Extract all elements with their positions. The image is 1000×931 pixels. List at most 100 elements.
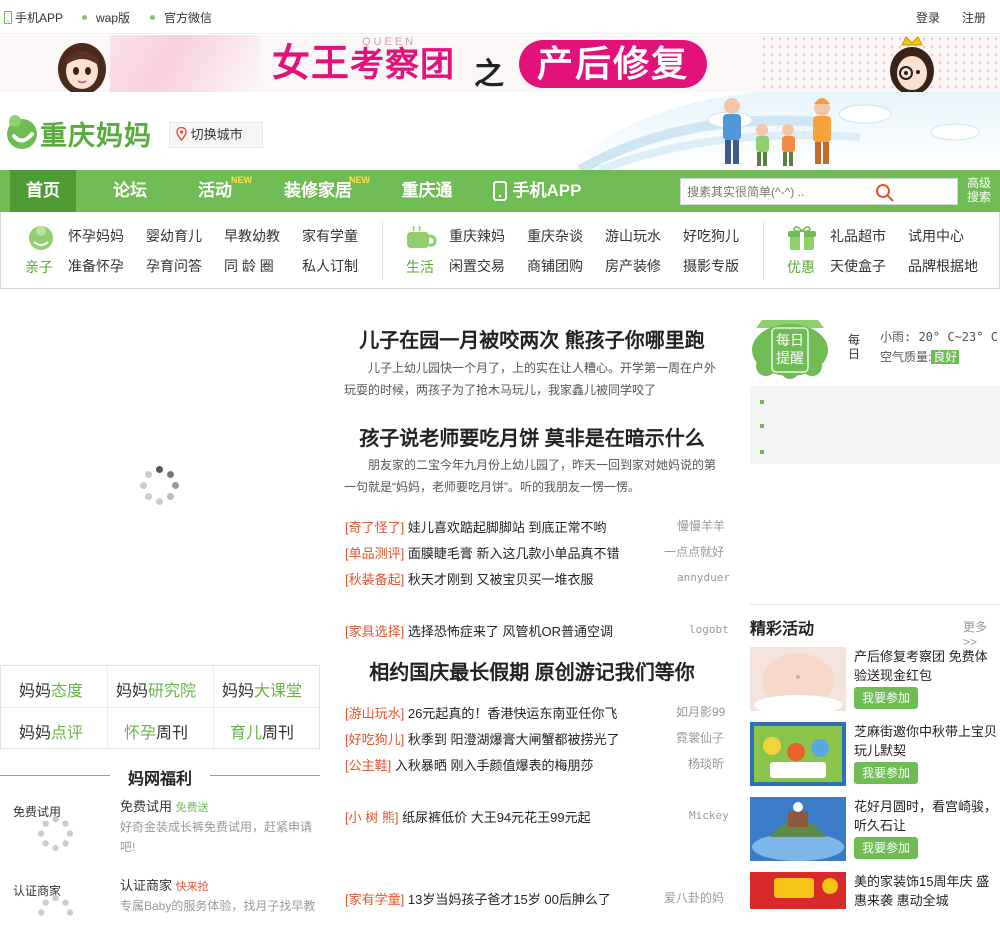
news-author[interactable]: 杨琰昕 (688, 755, 724, 772)
queen-char: 女王 (272, 43, 351, 85)
cup-icon (407, 225, 437, 248)
news-item[interactable]: [好吃狗儿] 秋季到 阳澄湖爆膏大闸蟹都被捞光了 (345, 729, 619, 748)
link-chongqing-chat[interactable]: 重庆杂谈 (527, 226, 583, 246)
more-link[interactable]: 更多>> (963, 618, 1000, 649)
mobile-app-link[interactable]: 手机APP (4, 9, 63, 26)
link-same-age-circle[interactable]: 同 龄 圈 (224, 256, 274, 276)
link-gift-market[interactable]: 礼品超市 (830, 226, 886, 246)
wechat-link[interactable]: 官方微信 (150, 9, 212, 26)
nav-chongqing-tong[interactable]: 重庆通 (392, 170, 462, 212)
news-item[interactable]: [公主鞋] 入秋暴晒 刚入手颜值爆表的梅朋莎 (345, 755, 593, 774)
news-author[interactable]: 一点点就好 (664, 543, 724, 560)
activity-title[interactable]: 芝麻街邀你中秋带上宝贝玩儿默契 (854, 722, 1000, 760)
logo-text[interactable]: 重庆妈妈 (40, 114, 152, 153)
switch-city-button[interactable]: 切换城市 (169, 122, 263, 148)
link-photography[interactable]: 摄影专版 (683, 256, 739, 276)
login-link[interactable]: 登录 (916, 9, 940, 26)
link-school-child[interactable]: 家有学童 (302, 226, 358, 246)
link-infant-care[interactable]: 婴幼育儿 (146, 226, 202, 246)
activity-image[interactable] (750, 722, 846, 786)
grid-item-classroom[interactable]: 妈妈大课堂 (222, 677, 302, 701)
free-trial-title[interactable]: 免费试用 免费送 (120, 796, 209, 815)
activity-image[interactable] (750, 872, 846, 909)
certified-merchant-title[interactable]: 认证商家 快来抢 (120, 875, 209, 894)
news-author[interactable]: logobt (689, 623, 729, 636)
headline-3[interactable]: 相约国庆最长假期 原创游记我们等你 (340, 656, 724, 685)
join-button[interactable]: 我要参加 (854, 687, 919, 709)
news-author[interactable]: Mickey (689, 809, 729, 822)
link-food[interactable]: 好吃狗儿 (683, 226, 739, 246)
link-preparing-pregnancy[interactable]: 准备怀孕 (68, 256, 124, 276)
nav-home-decor[interactable]: 装修家居 (278, 170, 358, 212)
link-trial-center[interactable]: 试用中心 (908, 226, 964, 246)
advanced-search-link[interactable]: 高级 搜索 (962, 176, 996, 204)
news-tag: [家具选择] (345, 624, 405, 639)
link-pregnancy-qa[interactable]: 孕育问答 (146, 256, 202, 276)
news-item[interactable]: [单品测评] 面膜睫毛膏 新入这几款小单品真不错 (345, 543, 619, 562)
activity-title[interactable]: 美的家装饰15周年庆 盛惠来袭 惠动全城 (854, 872, 1000, 910)
nav-home[interactable]: 首页 (10, 170, 76, 212)
news-author[interactable]: 慢慢羊羊 (677, 517, 725, 534)
category-life[interactable]: 生活 (406, 257, 434, 277)
grid-item-institute[interactable]: 妈妈研究院 (116, 677, 196, 701)
girl-with-crown-illustration (890, 36, 934, 92)
queen-rest: 考察团 (350, 46, 456, 84)
category-parenting[interactable]: 亲子 (25, 257, 53, 277)
category-deals[interactable]: 优惠 (787, 257, 815, 277)
divider (210, 775, 320, 776)
activity-title[interactable]: 花好月圆时，看宫崎骏，听久石让 (854, 797, 1000, 835)
activity-image[interactable] (750, 797, 846, 861)
link-angel-box[interactable]: 天使盒子 (830, 256, 886, 276)
top-bar: 手机APP wap版 官方微信 登录 注册 (0, 0, 1000, 34)
new-badge: NEW (231, 175, 252, 185)
news-item[interactable]: [秋装备起] 秋天才刚到 又被宝贝买一堆衣服 (345, 569, 593, 588)
news-author[interactable]: 霓裳仙子 (676, 729, 724, 746)
mama-column-grid: 妈妈态度 妈妈研究院 妈妈大课堂 妈妈点评 怀孕周刊 育儿周刊 (0, 665, 320, 749)
grid-item-review[interactable]: 妈妈点评 (19, 719, 83, 743)
search-icon[interactable] (875, 183, 895, 203)
news-item[interactable]: [游山玩水] 26元起真的！香港快运东南亚任你飞 (345, 703, 617, 722)
logo-icon[interactable] (2, 106, 42, 152)
wap-link[interactable]: wap版 (82, 9, 130, 26)
grid-label-suffix: 态度 (51, 683, 84, 700)
news-item[interactable]: [小 树 熊] 纸尿裤低价 大王94元花王99元起 (345, 807, 591, 826)
divider (382, 222, 383, 280)
link-pregnant-mom[interactable]: 怀孕妈妈 (68, 226, 124, 246)
register-link[interactable]: 注册 (962, 9, 986, 26)
news-author[interactable]: 如月影99 (676, 703, 725, 720)
news-item[interactable]: [家有学童] 13岁当妈孩子爸才15岁 00后胂么了 (345, 889, 611, 908)
headline-1[interactable]: 儿子在园一月被咬两次 熊孩子你哪里跑 (340, 324, 724, 353)
air-quality: 空气质量: 良好 (880, 348, 960, 365)
day-label-line1: 每 (848, 333, 861, 347)
link-early-education[interactable]: 早教幼教 (224, 226, 280, 246)
headline-2[interactable]: 孩子说老师要吃月饼 莫非是在暗示什么 (340, 422, 724, 451)
news-tag: [好吃狗儿] (345, 732, 405, 747)
link-property-decor[interactable]: 房产装修 (605, 256, 661, 276)
link-travel[interactable]: 游山玩水 (605, 226, 661, 246)
link-group-buy[interactable]: 商铺团购 (527, 256, 583, 276)
news-author[interactable]: annyduer (677, 571, 730, 584)
bullet-icon (760, 450, 764, 454)
link-private-custom[interactable]: 私人订制 (302, 256, 358, 276)
activity-image[interactable] (750, 647, 846, 711)
news-author[interactable]: 爱八卦的妈 (664, 889, 724, 906)
welfare-title: 妈网福利 (127, 771, 192, 788)
link-secondhand[interactable]: 闲置交易 (449, 256, 505, 276)
news-tag: [奇了怪了] (345, 520, 405, 535)
grid-item-attitude[interactable]: 妈妈态度 (19, 677, 83, 701)
promo-banner[interactable]: 女王考察团 QUEEN 之 产后修复 (0, 35, 1000, 92)
join-button[interactable]: 我要参加 (854, 762, 919, 784)
join-button[interactable]: 我要参加 (854, 837, 919, 859)
grid-item-pregnancy-weekly[interactable]: 怀孕周刊 (124, 719, 188, 743)
grid-item-parenting-weekly[interactable]: 育儿周刊 (230, 719, 294, 743)
news-item[interactable]: [家具选择] 选择恐怖症来了 风管机OR普通空调 (345, 621, 613, 640)
nav-forum[interactable]: 论坛 (100, 170, 160, 212)
nav-mobile-app[interactable]: 手机APP (490, 170, 582, 212)
link-hot-mom[interactable]: 重庆辣妈 (449, 226, 505, 246)
free-trial-desc: 好奇金装成长裤免费试用，赶紧申请吧! (120, 820, 313, 854)
link-brand-base[interactable]: 品牌根据地 (908, 256, 978, 276)
news-title: 秋天才刚到 又被宝贝买一堆衣服 (407, 572, 594, 587)
grid-label-prefix: 妈妈 (116, 683, 149, 700)
activity-title[interactable]: 产后修复考察团 免费体验送现金红包 (854, 647, 1000, 685)
news-item[interactable]: [奇了怪了] 娃儿喜欢踮起脚脚站 到底正常不哟 (345, 517, 606, 536)
